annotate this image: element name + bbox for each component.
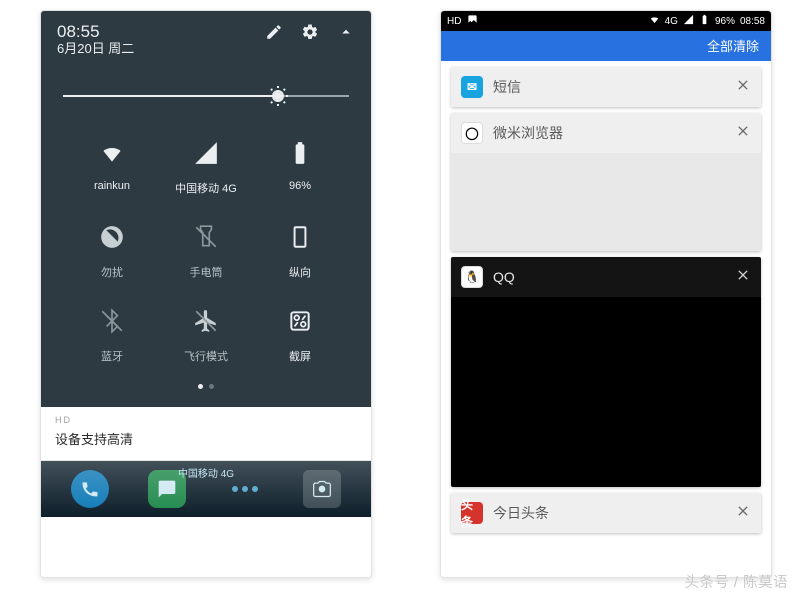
recent-title: 今日头条: [493, 503, 725, 523]
qs-header: 08:55 6月20日 周二: [57, 23, 355, 56]
qs-tile-label: rainkun: [94, 180, 130, 192]
dnd-icon: [99, 224, 125, 255]
qs-tile-bt[interactable]: 蓝牙: [65, 308, 159, 364]
recent-header: ✉ 短信: [451, 67, 761, 107]
page-indicator: [57, 378, 355, 399]
recent-card[interactable]: 头条今日头条: [451, 493, 761, 533]
hd-tag: HD: [55, 415, 357, 425]
clear-all-label: 全部清除: [707, 39, 759, 54]
wifi-icon: [649, 14, 660, 28]
qs-tile-label: 截屏: [289, 348, 311, 364]
recent-preview: [451, 153, 761, 251]
close-icon[interactable]: [735, 77, 751, 98]
clear-all-button[interactable]: 全部清除: [441, 31, 771, 61]
recent-title: QQ: [493, 269, 725, 285]
brightness-fill: [63, 95, 278, 97]
screenshot-icon: [287, 308, 313, 339]
close-icon[interactable]: [735, 503, 751, 524]
recent-header: 🐧 QQ: [451, 257, 761, 297]
app-icon: ✉: [461, 76, 483, 98]
settings-icon[interactable]: [301, 23, 319, 46]
qs-tile-torch[interactable]: 手电筒: [159, 224, 253, 280]
recent-title: 短信: [493, 77, 725, 97]
collapse-icon[interactable]: [337, 23, 355, 46]
dock-phone-icon[interactable]: [71, 470, 109, 508]
qs-tile-grid: rainkun 中国移动 4G 96% 勿扰 手电筒 纵向蓝牙 飞行模式 截屏: [57, 116, 355, 378]
close-icon[interactable]: [735, 267, 751, 288]
app-icon: 🐧: [461, 266, 483, 288]
recent-card[interactable]: ✉ 短信: [451, 67, 761, 107]
app-icon: 头条: [461, 502, 483, 524]
qs-tile-cell[interactable]: 中国移动 4G: [159, 140, 253, 196]
recent-card[interactable]: 🐧 QQ: [451, 257, 761, 487]
close-icon[interactable]: [735, 123, 751, 144]
recent-card[interactable]: ◯ 微米浏览器: [451, 113, 761, 251]
hd-notification[interactable]: HD 设备支持高清: [41, 407, 371, 461]
qs-tile-dnd[interactable]: 勿扰: [65, 224, 159, 280]
cell-icon: [683, 14, 694, 28]
battery-icon: [287, 140, 313, 171]
qs-tile-battery[interactable]: 96%: [253, 140, 347, 196]
qs-tile-airplane[interactable]: 飞行模式: [159, 308, 253, 364]
status-date: 6月20日 周二: [57, 42, 134, 56]
recent-header: 头条今日头条: [451, 493, 761, 533]
page-dot: [198, 384, 203, 389]
status-time: 08:58: [740, 16, 765, 27]
qs-tile-label: 勿扰: [101, 264, 123, 280]
statusbar: HD 4G 96% 08:58: [441, 11, 771, 31]
watermark: 头条号 / 陈莫语: [684, 571, 788, 592]
qs-tile-label: 飞行模式: [184, 348, 228, 364]
qs-tile-label: 纵向: [289, 264, 311, 280]
app-icon: ◯: [461, 122, 483, 144]
qs-tile-label: 蓝牙: [101, 348, 123, 364]
dock-carrier-label: 中国移动 4G: [178, 465, 234, 480]
quick-settings-panel: 08:55 6月20日 周二 rainkun 中国移动 4G 96% 勿扰 手电筒 纵向蓝…: [41, 11, 371, 407]
wifi-icon: [99, 140, 125, 171]
portrait-icon: [287, 224, 313, 255]
battery-icon: [699, 14, 710, 28]
edit-icon[interactable]: [265, 23, 283, 46]
notification-area: HD 设备支持高清: [41, 407, 371, 461]
hd-text: 设备支持高清: [55, 429, 357, 448]
recent-preview: [451, 297, 761, 487]
qs-tile-label: 手电筒: [190, 264, 223, 280]
home-dock: 中国移动 4G: [41, 461, 371, 517]
cell-icon: [193, 140, 219, 171]
qs-tile-wifi[interactable]: rainkun: [65, 140, 159, 196]
page-dot: [209, 384, 214, 389]
qs-tile-rotation[interactable]: 纵向: [253, 224, 347, 280]
brightness-thumb-icon[interactable]: [266, 84, 290, 108]
dock-camera-icon[interactable]: [303, 470, 341, 508]
image-icon: [467, 14, 478, 28]
phone-left: 08:55 6月20日 周二 rainkun 中国移动 4G 96% 勿扰 手电筒 纵向蓝…: [40, 10, 372, 578]
brightness-slider[interactable]: [63, 82, 349, 110]
qs-tile-label: 中国移动 4G: [175, 180, 237, 196]
battery-pct: 96%: [715, 16, 735, 27]
qs-datetime: 08:55 6月20日 周二: [57, 23, 134, 56]
qs-tile-screenshot[interactable]: 截屏: [253, 308, 347, 364]
airplane-icon: [193, 308, 219, 339]
phone-right: HD 4G 96% 08:58 全部清除 ✉ 短信 ◯ 微米浏览器 🐧 QQ 头条今日头条: [440, 10, 772, 578]
recent-header: ◯ 微米浏览器: [451, 113, 761, 153]
recents-list: ✉ 短信 ◯ 微米浏览器 🐧 QQ 头条今日头条: [441, 67, 771, 533]
bluetooth-icon: [99, 308, 125, 339]
flashlight-icon: [193, 224, 219, 255]
recent-title: 微米浏览器: [493, 123, 725, 143]
hd-indicator: HD: [447, 16, 461, 27]
status-time: 08:55: [57, 23, 134, 41]
qs-tile-label: 96%: [289, 180, 311, 192]
net-label: 4G: [665, 16, 678, 27]
